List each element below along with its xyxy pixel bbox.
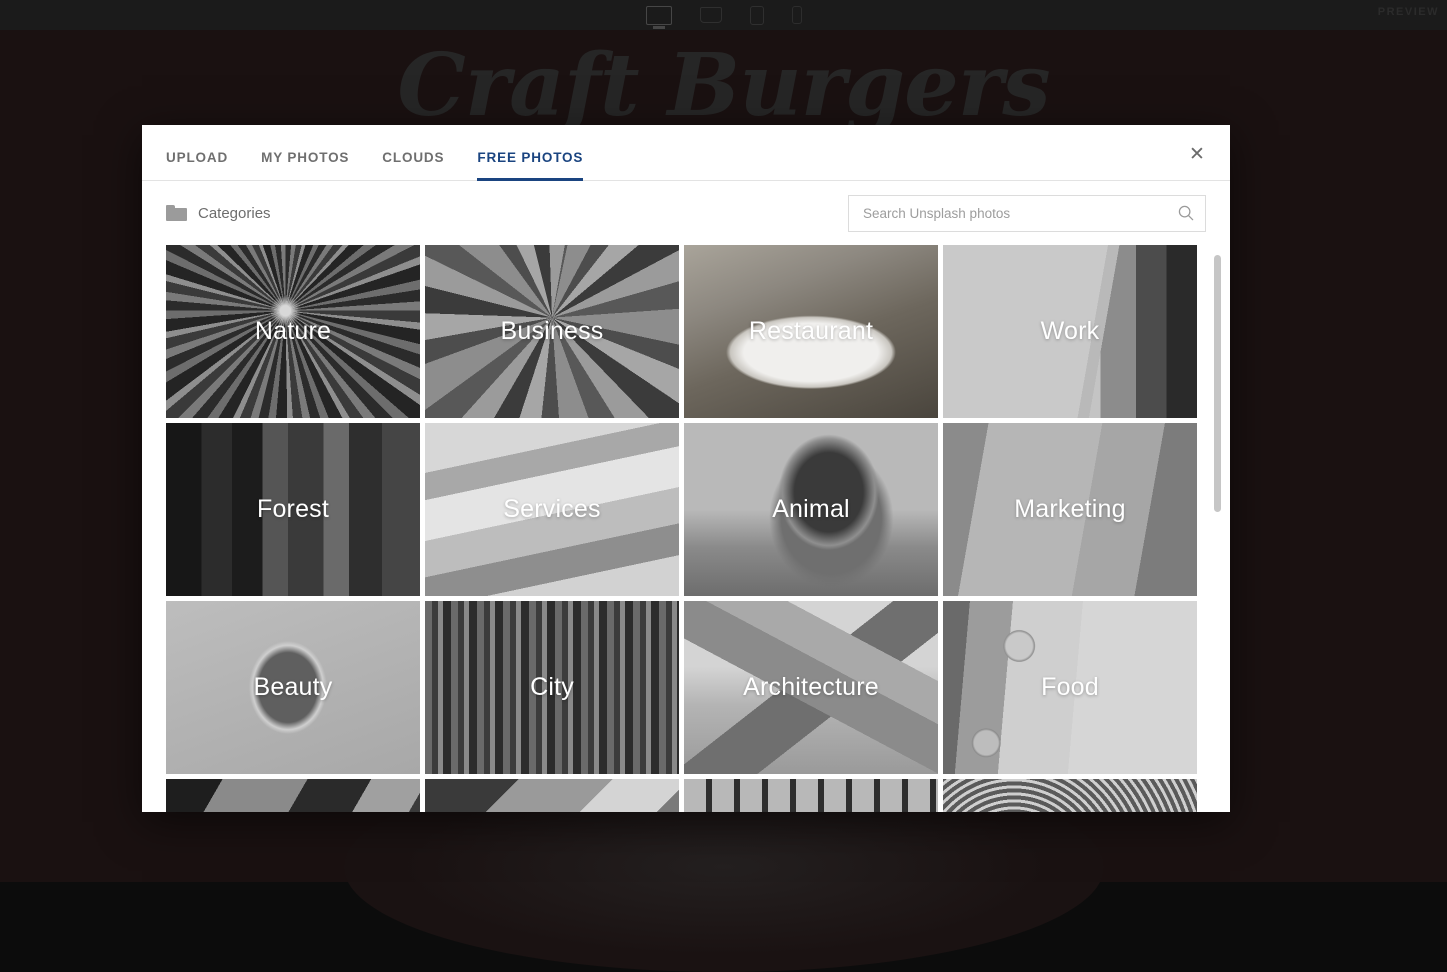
category-thumbnail bbox=[943, 245, 1197, 418]
media-picker-dialog: UPLOAD MY PHOTOS CLOUDS FREE PHOTOS ✕ Ca… bbox=[142, 125, 1230, 812]
category-tile[interactable]: Nature bbox=[166, 245, 420, 418]
tab-upload[interactable]: UPLOAD bbox=[166, 150, 228, 181]
laptop-preview-icon[interactable] bbox=[700, 7, 722, 23]
categories-heading: Categories bbox=[166, 205, 271, 222]
category-thumbnail bbox=[425, 601, 679, 774]
category-tile[interactable]: Forest bbox=[166, 423, 420, 596]
category-tile[interactable]: Services bbox=[425, 423, 679, 596]
categories-scroll-area[interactable]: NatureBusinessRestaurantWork ForestServic… bbox=[142, 245, 1230, 812]
categories-grid: NatureBusinessRestaurantWork ForestServic… bbox=[166, 245, 1206, 812]
mobile-preview-icon[interactable] bbox=[792, 6, 802, 24]
search-icon[interactable] bbox=[1177, 204, 1195, 222]
category-tile[interactable] bbox=[684, 779, 938, 812]
category-tile[interactable]: Animal bbox=[684, 423, 938, 596]
search-box[interactable] bbox=[848, 195, 1206, 232]
desktop-preview-icon[interactable] bbox=[646, 6, 672, 25]
category-thumbnail bbox=[943, 779, 1197, 812]
scrollbar-thumb[interactable] bbox=[1214, 255, 1221, 512]
categories-label: Categories bbox=[198, 205, 271, 222]
category-tile[interactable]: Architecture bbox=[684, 601, 938, 774]
search-input[interactable] bbox=[863, 206, 1177, 221]
category-tile[interactable]: Food bbox=[943, 601, 1197, 774]
dialog-tabbar: UPLOAD MY PHOTOS CLOUDS FREE PHOTOS ✕ bbox=[142, 125, 1230, 181]
tab-my-photos[interactable]: MY PHOTOS bbox=[261, 150, 349, 181]
category-tile[interactable]: City bbox=[425, 601, 679, 774]
category-thumbnail bbox=[684, 601, 938, 774]
tab-clouds[interactable]: CLOUDS bbox=[382, 150, 444, 181]
device-preview-toolbar bbox=[0, 0, 1447, 30]
category-thumbnail bbox=[943, 423, 1197, 596]
category-tile[interactable]: Business bbox=[425, 245, 679, 418]
category-tile[interactable]: Work bbox=[943, 245, 1197, 418]
dialog-toolbar: Categories bbox=[142, 181, 1230, 245]
tablet-preview-icon[interactable] bbox=[750, 6, 764, 25]
category-thumbnail bbox=[943, 601, 1197, 774]
close-icon[interactable]: ✕ bbox=[1184, 141, 1210, 167]
category-thumbnail bbox=[166, 601, 420, 774]
category-tile[interactable] bbox=[425, 779, 679, 812]
category-thumbnail bbox=[425, 245, 679, 418]
category-tile[interactable]: Restaurant bbox=[684, 245, 938, 418]
category-thumbnail bbox=[425, 423, 679, 596]
category-thumbnail bbox=[684, 423, 938, 596]
category-tile[interactable] bbox=[943, 779, 1197, 812]
category-thumbnail bbox=[166, 779, 420, 812]
category-thumbnail bbox=[166, 245, 420, 418]
category-tile[interactable]: Beauty bbox=[166, 601, 420, 774]
category-thumbnail bbox=[684, 245, 938, 418]
category-tile[interactable]: Marketing bbox=[943, 423, 1197, 596]
folder-icon bbox=[166, 205, 187, 221]
category-thumbnail bbox=[684, 779, 938, 812]
preview-label: PREVIEW bbox=[1378, 6, 1439, 18]
scrollbar-track[interactable] bbox=[1214, 245, 1221, 812]
category-tile[interactable] bbox=[166, 779, 420, 812]
tab-free-photos[interactable]: FREE PHOTOS bbox=[477, 150, 583, 181]
category-thumbnail bbox=[425, 779, 679, 812]
category-thumbnail bbox=[166, 423, 420, 596]
